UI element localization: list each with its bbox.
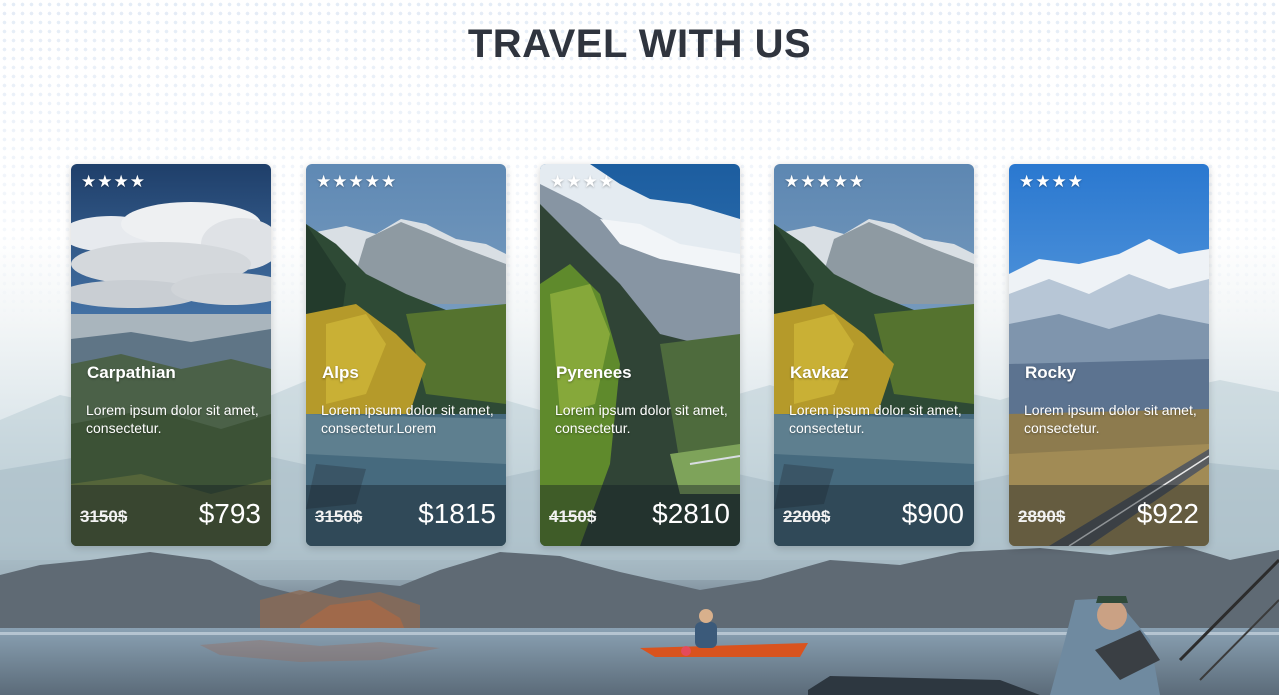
tour-description: Lorem ipsum dolor sit amet, consectetur. <box>555 402 728 436</box>
old-price: 2890$ <box>1018 507 1066 526</box>
tour-card-kavkaz[interactable]: ★★★★★ Kavkaz Lorem ipsum dolor sit amet,… <box>774 164 974 546</box>
card-price-footer: 3150$ $1815 <box>306 485 506 546</box>
old-price: 4150$ <box>549 507 597 526</box>
tour-description: Lorem ipsum dolor sit amet, consectetur. <box>86 402 259 436</box>
old-price: 2200$ <box>783 507 831 526</box>
card-price-footer: 2200$ $900 <box>774 485 974 546</box>
tour-description: Lorem ipsum dolor sit amet, consectetur. <box>1024 402 1197 436</box>
price: $900 <box>901 498 964 529</box>
rating-stars: ★★★★ <box>1019 172 1084 192</box>
card-price-footer: 4150$ $2810 <box>540 485 740 546</box>
tour-card-pyrenees[interactable]: ★★★★ Pyrenees Lorem ipsum dolor sit amet… <box>540 164 740 546</box>
tour-name: Kavkaz <box>790 363 849 382</box>
page-title: TRAVEL WITH US <box>467 22 812 66</box>
rating-stars: ★★★★★ <box>784 172 866 192</box>
old-price: 3150$ <box>315 507 363 526</box>
price: $922 <box>1136 498 1199 529</box>
price: $2810 <box>652 498 730 529</box>
rating-stars: ★★★★ <box>81 172 146 192</box>
card-price-footer: 2890$ $922 <box>1009 485 1209 546</box>
tour-name: Pyrenees <box>556 363 632 382</box>
tour-description: Lorem ipsum dolor sit amet, consectetur. <box>789 402 962 436</box>
card-price-footer: 3150$ $793 <box>71 485 271 546</box>
tour-card-carpathian[interactable]: ★★★★ Carpathian Lorem ipsum dolor sit am… <box>71 164 271 546</box>
old-price: 3150$ <box>80 507 128 526</box>
rating-stars: ★★★★★ <box>316 172 398 192</box>
tour-name: Carpathian <box>87 363 176 382</box>
rating-stars: ★★★★ <box>550 172 615 192</box>
tour-card-rocky[interactable]: ★★★★ Rocky Lorem ipsum dolor sit amet, c… <box>1009 164 1209 546</box>
price: $793 <box>198 498 261 529</box>
tour-name: Rocky <box>1025 363 1077 382</box>
tour-description: Lorem ipsum dolor sit amet, consectetur.… <box>321 402 494 436</box>
tour-card-alps[interactable]: ★★★★★ Alps Lorem ipsum dolor sit amet, c… <box>306 164 506 546</box>
tour-name: Alps <box>322 363 359 382</box>
price: $1815 <box>418 498 496 529</box>
